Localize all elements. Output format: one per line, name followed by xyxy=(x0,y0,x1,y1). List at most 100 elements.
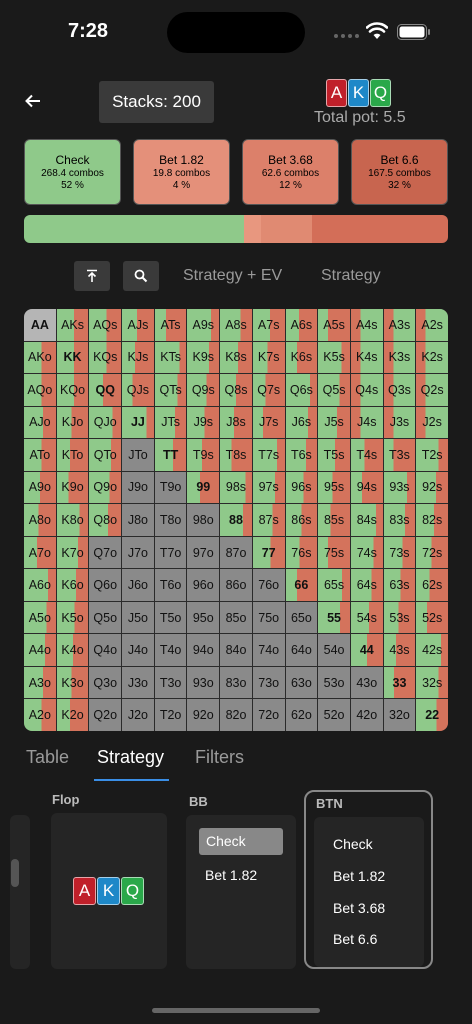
hand-cell-a4o[interactable]: A4o xyxy=(24,634,56,666)
hand-cell-82o[interactable]: 82o xyxy=(220,699,252,731)
hand-cell-tt[interactable]: TT xyxy=(154,439,187,471)
hand-cell-ako[interactable]: AKo xyxy=(24,341,56,374)
action-box-bet-1-82[interactable]: Bet 1.82 19.8 combos 4 % xyxy=(133,139,230,205)
hand-cell-kto[interactable]: KTo xyxy=(56,439,89,471)
hand-cell-t9o[interactable]: T9o xyxy=(154,471,187,504)
btn-option-bet-6-6[interactable]: Bet 6.6 xyxy=(333,931,377,947)
hand-cell-k5o[interactable]: K5o xyxy=(56,601,89,634)
hand-cell-k7o[interactable]: K7o xyxy=(56,536,89,569)
hand-cell-a2s[interactable]: A2s xyxy=(416,309,448,341)
hand-cell-q4s[interactable]: Q4s xyxy=(350,374,383,406)
hand-cell-t4o[interactable]: T4o xyxy=(154,634,187,666)
hand-cell-k3s[interactable]: K3s xyxy=(383,341,416,374)
previous-node-panel[interactable] xyxy=(10,815,30,969)
scroll-top-button[interactable] xyxy=(74,261,110,291)
btn-option-bet-3-68[interactable]: Bet 3.68 xyxy=(333,900,385,916)
hand-cell-q7s[interactable]: Q7s xyxy=(252,374,285,406)
hand-cell-t7o[interactable]: T7o xyxy=(154,536,187,569)
hand-cell-q9s[interactable]: Q9s xyxy=(187,374,220,406)
hand-cell-k6o[interactable]: K6o xyxy=(56,569,89,601)
hand-cell-97s[interactable]: 97s xyxy=(252,471,285,504)
hand-cell-t6o[interactable]: T6o xyxy=(154,569,187,601)
hand-cell-jto[interactable]: JTo xyxy=(122,439,154,471)
hand-cell-97o[interactable]: 97o xyxy=(187,536,220,569)
scroll-handle[interactable] xyxy=(11,859,19,887)
hand-cell-92s[interactable]: 92s xyxy=(416,471,448,504)
hand-cell-a3s[interactable]: A3s xyxy=(383,309,416,341)
hand-cell-95o[interactable]: 95o xyxy=(187,601,220,634)
hand-cell-84o[interactable]: 84o xyxy=(220,634,252,666)
stacks-display[interactable]: Stacks: 200 xyxy=(99,81,214,123)
hand-cell-j3o[interactable]: J3o xyxy=(122,666,154,699)
hand-cell-t2s[interactable]: T2s xyxy=(416,439,448,471)
hand-cell-53o[interactable]: 53o xyxy=(318,666,350,699)
hand-cell-j7s[interactable]: J7s xyxy=(252,406,285,439)
hand-cell-43o[interactable]: 43o xyxy=(350,666,383,699)
bb-option-bet-1-82[interactable]: Bet 1.82 xyxy=(205,867,257,883)
hand-cell-j4o[interactable]: J4o xyxy=(122,634,154,666)
hand-cell-j2s[interactable]: J2s xyxy=(416,406,448,439)
hand-cell-jj[interactable]: JJ xyxy=(122,406,154,439)
hand-cell-j7o[interactable]: J7o xyxy=(122,536,154,569)
hand-cell-a8s[interactable]: A8s xyxy=(220,309,252,341)
hand-cell-73o[interactable]: 73o xyxy=(252,666,285,699)
hand-cell-j9o[interactable]: J9o xyxy=(122,471,154,504)
hand-cell-aa[interactable]: AA xyxy=(24,309,56,341)
hand-cell-66[interactable]: 66 xyxy=(285,569,318,601)
hand-cell-83s[interactable]: 83s xyxy=(383,504,416,536)
hand-cell-q9o[interactable]: Q9o xyxy=(89,471,122,504)
hand-cell-t4s[interactable]: T4s xyxy=(350,439,383,471)
hand-cell-k4s[interactable]: K4s xyxy=(350,341,383,374)
hand-cell-j6s[interactable]: J6s xyxy=(285,406,318,439)
hand-cell-32o[interactable]: 32o xyxy=(383,699,416,731)
hand-cell-76s[interactable]: 76s xyxy=(285,536,318,569)
hand-cell-kjs[interactable]: KJs xyxy=(122,341,154,374)
hand-cell-kk[interactable]: KK xyxy=(56,341,89,374)
hand-cell-k9o[interactable]: K9o xyxy=(56,471,89,504)
hand-cell-75s[interactable]: 75s xyxy=(318,536,350,569)
bb-option-check[interactable]: Check xyxy=(199,828,283,855)
hand-cell-jts[interactable]: JTs xyxy=(154,406,187,439)
hand-cell-77[interactable]: 77 xyxy=(252,536,285,569)
hand-cell-t9s[interactable]: T9s xyxy=(187,439,220,471)
hand-cell-q8s[interactable]: Q8s xyxy=(220,374,252,406)
hand-cell-k9s[interactable]: K9s xyxy=(187,341,220,374)
hand-cell-54o[interactable]: 54o xyxy=(318,634,350,666)
hand-cell-aqs[interactable]: AQs xyxy=(89,309,122,341)
hand-cell-54s[interactable]: 54s xyxy=(350,601,383,634)
hand-cell-t8s[interactable]: T8s xyxy=(220,439,252,471)
hand-cell-a7o[interactable]: A7o xyxy=(24,536,56,569)
hand-cell-98s[interactable]: 98s xyxy=(220,471,252,504)
hand-cell-ato[interactable]: ATo xyxy=(24,439,56,471)
hand-cell-a2o[interactable]: A2o xyxy=(24,699,56,731)
hand-cell-42s[interactable]: 42s xyxy=(416,634,448,666)
action-box-check[interactable]: Check 268.4 combos 52 % xyxy=(24,139,121,205)
hand-cell-52s[interactable]: 52s xyxy=(416,601,448,634)
hand-cell-72s[interactable]: 72s xyxy=(416,536,448,569)
hand-cell-t7s[interactable]: T7s xyxy=(252,439,285,471)
hand-cell-94o[interactable]: 94o xyxy=(187,634,220,666)
hand-cell-87o[interactable]: 87o xyxy=(220,536,252,569)
hand-cell-52o[interactable]: 52o xyxy=(318,699,350,731)
hand-cell-64o[interactable]: 64o xyxy=(285,634,318,666)
hand-cell-65o[interactable]: 65o xyxy=(285,601,318,634)
hand-cell-85o[interactable]: 85o xyxy=(220,601,252,634)
hand-cell-k6s[interactable]: K6s xyxy=(285,341,318,374)
hand-cell-k8o[interactable]: K8o xyxy=(56,504,89,536)
hand-cell-98o[interactable]: 98o xyxy=(187,504,220,536)
hand-cell-88[interactable]: 88 xyxy=(220,504,252,536)
hand-cell-t3s[interactable]: T3s xyxy=(383,439,416,471)
hand-cell-j9s[interactable]: J9s xyxy=(187,406,220,439)
hand-cell-j3s[interactable]: J3s xyxy=(383,406,416,439)
hand-cell-63s[interactable]: 63s xyxy=(383,569,416,601)
hand-cell-ajo[interactable]: AJo xyxy=(24,406,56,439)
hand-cell-t3o[interactable]: T3o xyxy=(154,666,187,699)
hand-cell-93o[interactable]: 93o xyxy=(187,666,220,699)
hand-cell-95s[interactable]: 95s xyxy=(318,471,350,504)
hand-cell-63o[interactable]: 63o xyxy=(285,666,318,699)
hand-cell-92o[interactable]: 92o xyxy=(187,699,220,731)
hand-cell-j8o[interactable]: J8o xyxy=(122,504,154,536)
hand-cell-q6o[interactable]: Q6o xyxy=(89,569,122,601)
hand-cell-k3o[interactable]: K3o xyxy=(56,666,89,699)
strategy-ev-toggle[interactable]: Strategy + EV xyxy=(183,267,282,285)
